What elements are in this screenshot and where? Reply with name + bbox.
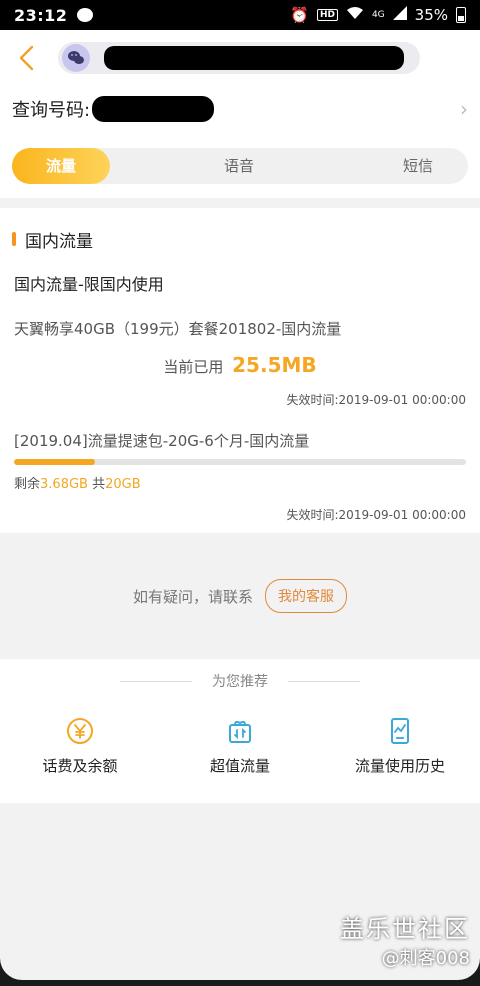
watermark-author: @刺客008 bbox=[381, 948, 470, 969]
alarm-icon: ⏰ bbox=[290, 6, 309, 24]
chevron-left-icon bbox=[19, 45, 34, 71]
used-value: 25.5MB bbox=[232, 353, 317, 377]
used-label: 当前已用 bbox=[163, 358, 224, 376]
package-expire-time: 失效时间:2019-09-01 00:00:00 bbox=[286, 508, 467, 522]
contact-text: 如有疑问，请联系 bbox=[132, 587, 253, 606]
divider-right bbox=[288, 680, 360, 682]
signal-icon bbox=[392, 6, 407, 24]
customer-service-button[interactable]: 我的客服 bbox=[265, 579, 347, 613]
hd-badge: HD bbox=[316, 9, 338, 21]
contact-area: 如有疑问，请联系 我的客服 bbox=[0, 533, 480, 659]
tab-data[interactable]: 流量 bbox=[12, 148, 110, 184]
tab-voice[interactable]: 语音 bbox=[110, 148, 368, 184]
query-number-label: 查询号码: bbox=[12, 100, 91, 121]
recommend-item-label: 话费及余额 bbox=[42, 757, 118, 775]
total-value: 20GB bbox=[105, 477, 141, 492]
tab-sms[interactable]: 短信 bbox=[368, 148, 468, 184]
status-time: 23:12 bbox=[14, 5, 68, 25]
recommend-item-label: 超值流量 bbox=[209, 757, 270, 775]
header bbox=[0, 30, 480, 86]
redacted-phone-number bbox=[92, 96, 215, 122]
section-title: 国内流量 bbox=[12, 208, 466, 256]
section-title-text: 国内流量 bbox=[25, 231, 93, 252]
total-label: 共 bbox=[92, 477, 106, 492]
gift-box-icon bbox=[229, 720, 251, 743]
usage-subtitle: 国内流量-限国内使用 bbox=[14, 275, 164, 294]
section-accent-bar bbox=[12, 232, 16, 246]
watermark: 盖乐世社区 @刺客008 bbox=[340, 909, 470, 970]
chevron-right-icon: › bbox=[460, 97, 468, 121]
data-usage-card: 国内流量 国内流量-限国内使用 天翼畅享40GB（199元）套餐201802-国… bbox=[0, 208, 480, 533]
redacted-contact-name bbox=[104, 46, 404, 70]
back-button[interactable] bbox=[12, 38, 40, 78]
recommend-section: 为您推荐 话费及余额 超值流量 流量使用历史 bbox=[0, 659, 480, 803]
status-right: ⏰ HD 4G 35% bbox=[290, 6, 466, 24]
watermark-title: 盖乐世社区 bbox=[340, 915, 470, 943]
status-bar: 23:12 ⏰ HD 4G 35% bbox=[0, 0, 480, 30]
tabs-container: 流量 语音 短信 bbox=[0, 132, 480, 198]
package-progress-bar bbox=[14, 459, 466, 465]
battery-percent: 35% bbox=[414, 6, 448, 24]
recommend-item-label: 流量使用历史 bbox=[354, 757, 445, 775]
divider-left bbox=[120, 680, 192, 682]
wifi-icon bbox=[346, 6, 364, 24]
recommend-item-data-deals[interactable]: 超值流量 bbox=[160, 717, 320, 776]
wechat-icon bbox=[62, 44, 90, 72]
yuan-coin-icon bbox=[67, 718, 93, 744]
usage-tabs: 流量 语音 短信 bbox=[12, 148, 468, 184]
used-row: 当前已用 25.5MB bbox=[14, 353, 466, 377]
recommend-title-row: 为您推荐 bbox=[0, 671, 480, 691]
plan-expire-time: 失效时间:2019-09-01 00:00:00 bbox=[286, 393, 467, 407]
network-label: 4G bbox=[371, 10, 385, 20]
battery-icon bbox=[456, 7, 466, 23]
app-screen: 查询号码: › 流量 语音 短信 国内流量 国内流量-限国内使用 天翼畅享40G… bbox=[0, 30, 480, 980]
plan-name: 天翼畅享40GB（199元）套餐201802-国内流量 bbox=[14, 320, 342, 338]
wechat-notification-icon bbox=[77, 8, 94, 22]
contact-pill[interactable] bbox=[58, 42, 420, 74]
recommend-items: 话费及余额 超值流量 流量使用历史 bbox=[0, 717, 480, 776]
package-name: [2019.04]流量提速包-20G-6个月-国内流量 bbox=[14, 432, 310, 450]
recommend-item-balance[interactable]: 话费及余额 bbox=[0, 717, 160, 776]
progress-fill bbox=[14, 459, 96, 465]
recommend-title: 为您推荐 bbox=[212, 674, 268, 690]
remain-row: 剩余3.68GB 共20GB bbox=[14, 473, 466, 492]
remain-value: 3.68GB bbox=[40, 477, 88, 492]
recommend-item-usage-history[interactable]: 流量使用历史 bbox=[320, 717, 480, 776]
remain-label: 剩余 bbox=[14, 477, 41, 492]
query-number-row[interactable]: 查询号码: › bbox=[0, 86, 480, 132]
phone-chart-icon bbox=[391, 718, 409, 744]
